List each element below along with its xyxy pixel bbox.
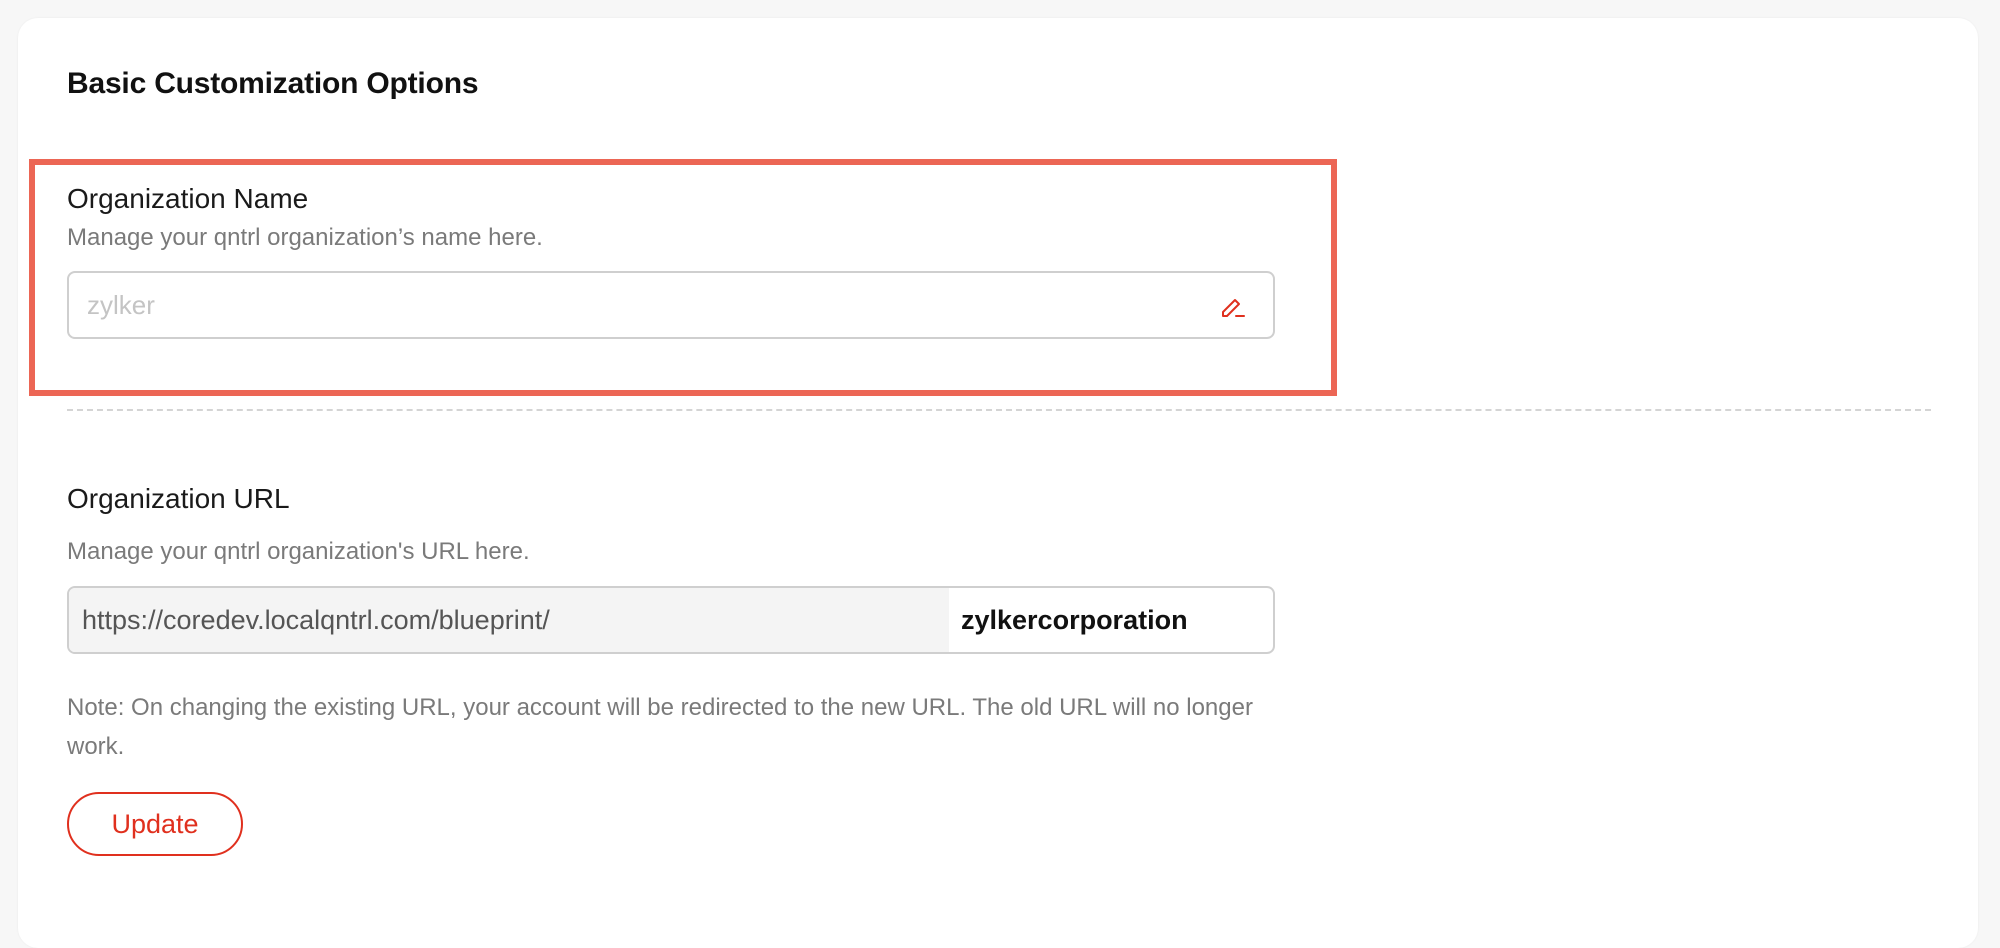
org-name-input[interactable]	[87, 273, 1207, 337]
section-divider	[67, 409, 1931, 411]
update-button[interactable]: Update	[67, 792, 243, 856]
org-name-field	[67, 271, 1275, 339]
pencil-edit-icon[interactable]	[1219, 293, 1245, 319]
org-url-label: Organization URL	[67, 483, 290, 514]
url-slug-input[interactable]	[961, 588, 1261, 652]
url-change-note: Note: On changing the existing URL, your…	[67, 694, 1253, 760]
org-url-field: https://coredev.localqntrl.com/blueprint…	[67, 586, 1275, 654]
org-url-description: Manage your qntrl organization's URL her…	[67, 538, 530, 565]
settings-card	[18, 18, 1978, 948]
section-title: Basic Customization Options	[67, 67, 479, 100]
org-name-label: Organization Name	[67, 183, 309, 214]
url-prefix: https://coredev.localqntrl.com/blueprint…	[69, 588, 949, 652]
org-name-description: Manage your qntrl organization’s name he…	[67, 224, 543, 251]
